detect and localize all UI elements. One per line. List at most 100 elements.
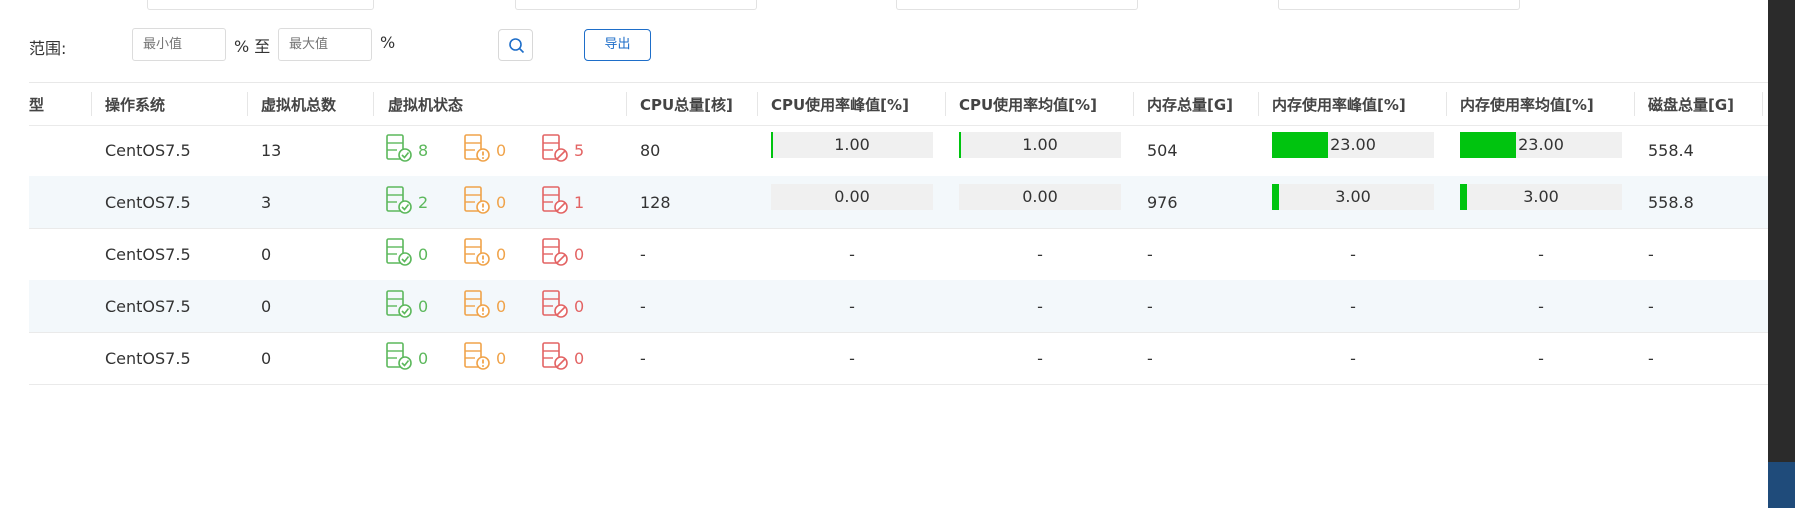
cpu-total-cell: - — [640, 244, 646, 264]
cpu-avg-bar: 1.00 — [959, 132, 1121, 158]
vm-warning[interactable]: 0 — [462, 289, 540, 323]
vm-warning[interactable]: 0 — [462, 133, 540, 167]
disk-total-cell: 558.4 — [1648, 140, 1694, 160]
table-row[interactable]: CentOS7.5 0 0 0 0 - - - - - - - — [29, 228, 1768, 281]
vm-warning-count: 0 — [496, 348, 507, 368]
vm-status-cell: 2 0 1 — [384, 176, 618, 228]
mem-peak-value: 23.00 — [1330, 135, 1376, 154]
header-disk-total[interactable]: 磁盘总量[G] — [1648, 83, 1734, 125]
mem-peak-bar: 23.00 — [1272, 132, 1434, 158]
mem-total-cell: - — [1147, 348, 1153, 368]
cpu-peak-bar: 0.00 — [771, 184, 933, 210]
vm-stopped-count: 1 — [574, 192, 585, 212]
percent-label: % — [380, 33, 396, 52]
server-blocked-icon — [540, 237, 570, 271]
cpu-avg-value: - — [1037, 244, 1043, 264]
vm-running-count: 0 — [418, 348, 429, 368]
mem-total-cell: - — [1147, 244, 1153, 264]
table-row[interactable]: CentOS7.5 13 8 0 5 80 1.00 1.00 504 23.0… — [29, 124, 1768, 177]
mem-total-cell: 504 — [1147, 140, 1178, 160]
vm-total-cell: 3 — [261, 192, 272, 212]
top-field-2[interactable] — [515, 0, 757, 10]
header-mem-total[interactable]: 内存总量[G] — [1147, 83, 1233, 125]
server-check-icon — [384, 289, 414, 323]
header-cpu-total[interactable]: CPU总量[核] — [640, 83, 733, 125]
search-button[interactable] — [498, 29, 533, 61]
cpu-peak-value: 0.00 — [834, 187, 870, 206]
header-vm-status[interactable]: 虚拟机状态 — [388, 83, 463, 125]
top-field-4[interactable] — [1278, 0, 1520, 10]
header-type-fragment: 型 — [29, 95, 45, 114]
table-row[interactable]: CentOS7.5 0 0 0 0 - - - - - - - — [29, 332, 1768, 385]
cpu-total-cell: 80 — [640, 140, 661, 160]
header-mem-avg[interactable]: 内存使用率均值[%] — [1460, 83, 1594, 125]
cpu-peak-value: - — [849, 296, 855, 316]
vm-running-count: 0 — [418, 296, 429, 316]
header-vm-total[interactable]: 虚拟机总数 — [261, 83, 336, 125]
header-mem-peak[interactable]: 内存使用率峰值[%] — [1272, 83, 1406, 125]
mem-avg-value: - — [1538, 348, 1544, 368]
vm-warning-count: 0 — [496, 244, 507, 264]
server-warning-icon — [462, 289, 492, 323]
cpu-total-cell: 128 — [640, 192, 671, 212]
vm-warning[interactable]: 0 — [462, 185, 540, 219]
disk-total-cell: - — [1648, 244, 1654, 264]
mem-peak-value: 3.00 — [1335, 187, 1371, 206]
vm-stopped[interactable]: 1 — [540, 185, 618, 219]
corner-widget[interactable] — [1768, 462, 1795, 508]
vm-total-cell: 13 — [261, 140, 282, 160]
mem-peak-value: - — [1350, 296, 1356, 316]
table-row[interactable]: CentOS7.5 0 0 0 0 - - - - - - - — [29, 280, 1768, 333]
vm-total-cell: 0 — [261, 296, 272, 316]
vm-stopped[interactable]: 0 — [540, 237, 618, 271]
side-panel-edge — [1768, 0, 1795, 508]
mem-peak-value: - — [1350, 348, 1356, 368]
vm-warning[interactable]: 0 — [462, 237, 540, 271]
mem-avg-value: - — [1538, 244, 1544, 264]
os-cell: CentOS7.5 — [105, 244, 191, 264]
range-label: 范围: — [29, 39, 67, 58]
vm-status-cell: 0 0 0 — [384, 332, 618, 384]
cpu-avg-value: - — [1037, 348, 1043, 368]
disk-total-cell: - — [1648, 348, 1654, 368]
vm-warning-count: 0 — [496, 192, 507, 212]
mem-peak-value: - — [1350, 244, 1356, 264]
vm-running[interactable]: 0 — [384, 341, 462, 375]
mem-total-cell: - — [1147, 296, 1153, 316]
vm-running[interactable]: 2 — [384, 185, 462, 219]
server-blocked-icon — [540, 185, 570, 219]
vm-stopped[interactable]: 0 — [540, 341, 618, 375]
export-button[interactable]: 导出 — [584, 29, 651, 61]
vm-running[interactable]: 8 — [384, 133, 462, 167]
server-check-icon — [384, 133, 414, 167]
server-warning-icon — [462, 133, 492, 167]
disk-total-cell: 558.8 — [1648, 192, 1694, 212]
cpu-avg-value: - — [1037, 296, 1043, 316]
vm-warning[interactable]: 0 — [462, 341, 540, 375]
vm-total-cell: 0 — [261, 348, 272, 368]
vm-warning-count: 0 — [496, 140, 507, 160]
os-cell: CentOS7.5 — [105, 140, 191, 160]
server-blocked-icon — [540, 341, 570, 375]
header-cpu-peak[interactable]: CPU使用率峰值[%] — [771, 83, 909, 125]
top-field-1[interactable] — [147, 0, 374, 10]
mem-avg-bar: 23.00 — [1460, 132, 1622, 158]
cpu-peak-value: - — [849, 348, 855, 368]
vm-stopped[interactable]: 5 — [540, 133, 618, 167]
server-blocked-icon — [540, 133, 570, 167]
mem-avg-value: 3.00 — [1523, 187, 1559, 206]
vm-stopped[interactable]: 0 — [540, 289, 618, 323]
vm-running-count: 2 — [418, 192, 429, 212]
header-os[interactable]: 操作系统 — [105, 83, 165, 125]
top-field-3[interactable] — [896, 0, 1138, 10]
table-row[interactable]: CentOS7.5 3 2 0 1 128 0.00 0.00 976 3.00… — [29, 176, 1768, 229]
header-cpu-avg[interactable]: CPU使用率均值[%] — [959, 83, 1097, 125]
vm-running[interactable]: 0 — [384, 237, 462, 271]
vm-running[interactable]: 0 — [384, 289, 462, 323]
server-blocked-icon — [540, 289, 570, 323]
mem-avg-value: 23.00 — [1518, 135, 1564, 154]
window: 范围: % 至 % 导出 型 操作系统 虚拟机总数 虚拟机状态 CPU总量[核] — [0, 0, 1795, 508]
max-value-input[interactable] — [278, 28, 372, 61]
os-cell: CentOS7.5 — [105, 192, 191, 212]
min-value-input[interactable] — [132, 28, 226, 61]
